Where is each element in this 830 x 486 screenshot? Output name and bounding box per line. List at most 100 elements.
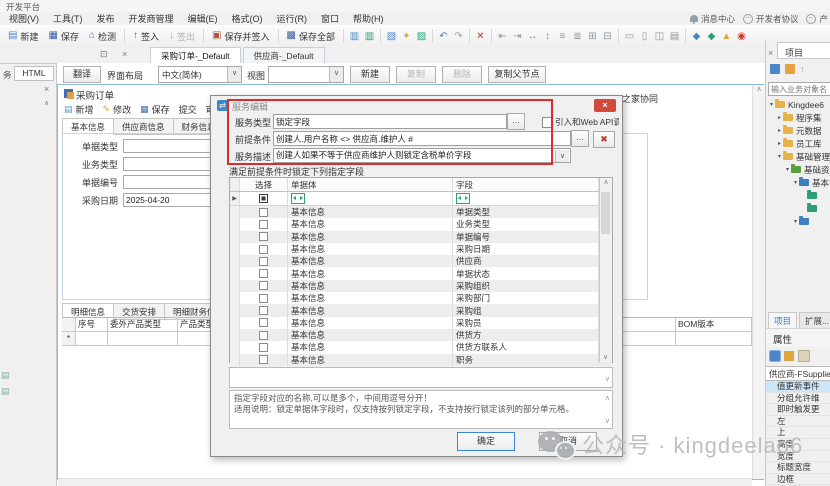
property-row[interactable]: 宽度 bbox=[766, 451, 830, 463]
collapse-icon[interactable]: ∧ bbox=[44, 99, 49, 107]
table-row[interactable]: 基本信息供货方 bbox=[230, 329, 612, 341]
checkbox-cell[interactable] bbox=[240, 354, 288, 366]
row-checkbox[interactable] bbox=[259, 208, 268, 217]
property-row[interactable]: 左 bbox=[766, 416, 830, 428]
api-checkbox[interactable] bbox=[542, 117, 553, 128]
service-type-input[interactable] bbox=[273, 114, 507, 129]
grid-cell[interactable] bbox=[76, 332, 108, 345]
toolbar-icon[interactable]: ◆ bbox=[689, 31, 704, 42]
dock-pin-close-icons[interactable]: ⊡ × bbox=[100, 49, 133, 60]
close-icon[interactable]: × bbox=[768, 48, 773, 58]
tree-expander-icon[interactable]: ▾ bbox=[792, 218, 799, 225]
tree-item[interactable]: ▾基础资料 bbox=[766, 163, 830, 176]
field-input[interactable] bbox=[123, 175, 219, 189]
toolbar-icon[interactable]: ✦ bbox=[399, 31, 414, 42]
toolbar-icon[interactable]: ⊞ bbox=[585, 31, 600, 42]
table-row[interactable]: 基本信息单据类型 bbox=[230, 206, 612, 218]
description-combo[interactable]: 创建人如果不等于供应商维护人则锁定含税单价字段 ∨ bbox=[273, 148, 571, 163]
view-select[interactable]: ∨ bbox=[268, 66, 344, 83]
checkbox-cell[interactable] bbox=[240, 267, 288, 279]
property-row[interactable]: 标题宽度 bbox=[766, 462, 830, 474]
checkbox-cell[interactable] bbox=[240, 341, 288, 353]
toolbar-button[interactable]: ▦保存 bbox=[43, 28, 83, 45]
tree-expander-icon[interactable]: ▸ bbox=[776, 140, 783, 147]
filter-cell[interactable] bbox=[288, 192, 453, 205]
checkbox-cell[interactable] bbox=[240, 218, 288, 230]
menu-item[interactable]: 工具(T) bbox=[46, 12, 90, 25]
ellipsis-button[interactable]: … bbox=[571, 130, 589, 147]
toolbar-icon[interactable]: ▧ bbox=[384, 31, 399, 42]
field-names-input[interactable]: ∨ bbox=[229, 367, 613, 388]
tree-expander-icon[interactable]: ▸ bbox=[776, 114, 783, 121]
menu-item[interactable]: 发布 bbox=[90, 12, 122, 25]
row-checkbox[interactable] bbox=[259, 257, 268, 266]
document-tab[interactable]: 采购订单-_Default bbox=[150, 47, 241, 63]
vertical-scrollbar[interactable]: ∧ bbox=[752, 85, 765, 479]
toolbar-button[interactable]: ↓签出 bbox=[164, 28, 200, 45]
toolbar-icon[interactable]: ▯ bbox=[637, 31, 652, 42]
delete-button[interactable]: 删除 bbox=[442, 66, 482, 83]
menu-item[interactable]: 格式(O) bbox=[225, 12, 270, 25]
row-checkbox[interactable] bbox=[259, 245, 268, 254]
table-row[interactable]: 基本信息采购日期 bbox=[230, 243, 612, 255]
tree-item[interactable]: ▾基本 bbox=[766, 176, 830, 189]
toolbar-icon[interactable]: ✕ bbox=[473, 31, 488, 42]
table-row[interactable]: 基本信息单据编号 bbox=[230, 231, 612, 243]
table-row[interactable]: 基本信息供应商 bbox=[230, 255, 612, 267]
table-scrollbar[interactable]: ∧ ∨ bbox=[599, 178, 612, 362]
checkbox-cell[interactable] bbox=[240, 231, 288, 243]
tree-item[interactable]: ▾基础管理 bbox=[766, 150, 830, 163]
checkbox-cell[interactable] bbox=[240, 329, 288, 341]
toolbar-icon[interactable]: ≣ bbox=[570, 31, 585, 42]
toolbar-icon[interactable]: ▤ bbox=[667, 31, 682, 42]
tree-expander-icon[interactable]: ▾ bbox=[776, 153, 783, 160]
toolbar-icon[interactable]: ⇥ bbox=[510, 31, 525, 42]
field-input[interactable]: 2025-04-20 bbox=[123, 193, 219, 207]
left-dock-tab-html[interactable]: HTML bbox=[14, 66, 54, 81]
toolbar-icon[interactable]: ◫ bbox=[652, 31, 667, 42]
tree-expander-icon[interactable]: ▾ bbox=[792, 179, 799, 186]
row-checkbox[interactable] bbox=[259, 355, 268, 364]
selected-object[interactable]: 供应商-FSupplier bbox=[766, 366, 830, 381]
field-input[interactable] bbox=[123, 139, 219, 153]
sort-icon[interactable] bbox=[784, 351, 794, 361]
menu-item[interactable]: 编辑(E) bbox=[181, 12, 225, 25]
tree-item[interactable]: ▾Kingdee6 bbox=[766, 98, 830, 111]
new-button[interactable]: 新建 bbox=[350, 66, 390, 83]
cancel-button[interactable]: 取消 bbox=[539, 432, 597, 451]
clear-condition-button[interactable]: ✖ bbox=[593, 131, 615, 148]
project-panel-tab[interactable]: 项目 bbox=[777, 42, 830, 59]
refresh-icon[interactable] bbox=[770, 64, 780, 74]
page-icon[interactable] bbox=[798, 350, 810, 362]
toolbar-icon[interactable]: ▥ bbox=[362, 31, 377, 42]
toolbar-icon[interactable]: ▭ bbox=[622, 31, 637, 42]
tree-expander-icon[interactable]: ▾ bbox=[768, 101, 775, 108]
tree-item[interactable] bbox=[766, 202, 830, 215]
table-row[interactable]: 基本信息采购组 bbox=[230, 304, 612, 316]
table-row[interactable]: 基本信息采购员 bbox=[230, 317, 612, 329]
menu-item[interactable]: 帮助(H) bbox=[346, 12, 391, 25]
search-input[interactable] bbox=[768, 82, 830, 96]
condition-input[interactable] bbox=[273, 131, 571, 146]
copy-button[interactable]: 复制 bbox=[396, 66, 436, 83]
form-toolbar-button[interactable]: ▤新增 bbox=[64, 103, 94, 116]
toolbar-button[interactable]: ▩保存全部 bbox=[282, 28, 340, 45]
filter-checkbox-cell[interactable] bbox=[240, 192, 288, 205]
ok-button[interactable]: 确定 bbox=[457, 432, 515, 451]
dialog-close-button[interactable]: × bbox=[594, 99, 616, 112]
grid-cell[interactable] bbox=[676, 332, 752, 345]
checkbox-cell[interactable] bbox=[240, 255, 288, 267]
scroll-thumb[interactable] bbox=[601, 192, 610, 234]
tree-item[interactable]: ▸程序集 bbox=[766, 111, 830, 124]
menu-item[interactable]: 运行(R) bbox=[270, 12, 315, 25]
field-input[interactable] bbox=[123, 157, 219, 171]
table-row[interactable]: 基本信息业务类型 bbox=[230, 218, 612, 230]
checkbox-cell[interactable] bbox=[240, 280, 288, 292]
grid-cell[interactable] bbox=[108, 332, 178, 345]
table-row[interactable]: 基本信息采购组织 bbox=[230, 280, 612, 292]
table-icon[interactable]: ▤ bbox=[1, 370, 10, 381]
checkbox-cell[interactable] bbox=[240, 206, 288, 218]
property-row[interactable]: 分组允许维 bbox=[766, 393, 830, 405]
tree-item[interactable] bbox=[766, 189, 830, 202]
toolbar-icon[interactable]: ▲ bbox=[719, 31, 734, 42]
